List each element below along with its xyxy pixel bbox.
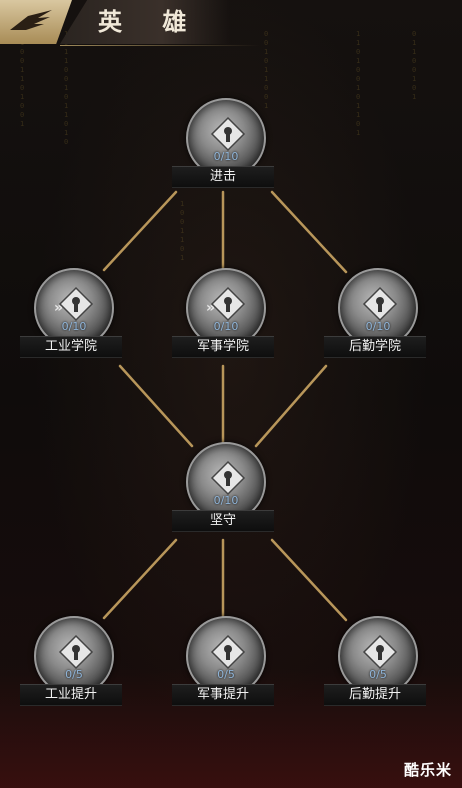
node-level: 0/10 <box>61 320 87 333</box>
watermark-text: 酷乐米 <box>403 761 452 779</box>
talent-node-military-academy[interactable]: » 0/10 军事学院 <box>170 268 280 368</box>
link-logistics-hold <box>254 364 328 448</box>
talent-node-logistics-boost[interactable]: 0/5 后勤提升 <box>322 616 432 716</box>
talent-node-hold[interactable]: 0/10 坚守 <box>170 442 280 542</box>
node-level: 0/10 <box>365 320 391 333</box>
talent-node-industry-academy[interactable]: » 0/10 工业学院 <box>18 268 128 368</box>
link-hold-logisticsboost <box>270 538 348 622</box>
talent-node-military-boost[interactable]: 0/5 军事提升 <box>170 616 280 716</box>
node-level: 0/10 <box>213 494 239 507</box>
link-hold-industryboost <box>102 538 178 620</box>
node-label: 工业提升 <box>20 684 122 706</box>
talent-node-advance[interactable]: 0/10 进击 <box>170 98 280 198</box>
talent-node-industry-boost[interactable]: 0/5 工业提升 <box>18 616 128 716</box>
node-level: 0/10 <box>213 150 239 163</box>
node-label: 军事提升 <box>172 684 274 706</box>
node-level: 0/5 <box>65 668 83 681</box>
rank-chevron-icon: » <box>54 300 64 316</box>
link-industry-hold <box>118 364 194 448</box>
node-label: 工业学院 <box>20 336 122 358</box>
link-advance-industry <box>102 190 178 272</box>
node-level: 0/5 <box>217 668 235 681</box>
node-label: 进击 <box>172 166 274 188</box>
node-label: 后勤学院 <box>324 336 426 358</box>
node-label: 军事学院 <box>172 336 274 358</box>
node-label: 坚守 <box>172 510 274 532</box>
node-label: 后勤提升 <box>324 684 426 706</box>
link-advance-logistics <box>270 190 348 274</box>
node-level: 0/10 <box>213 320 239 333</box>
talent-node-logistics-academy[interactable]: 0/10 后勤学院 <box>322 268 432 368</box>
rank-chevron-icon: » <box>206 300 216 316</box>
node-level: 0/5 <box>369 668 387 681</box>
